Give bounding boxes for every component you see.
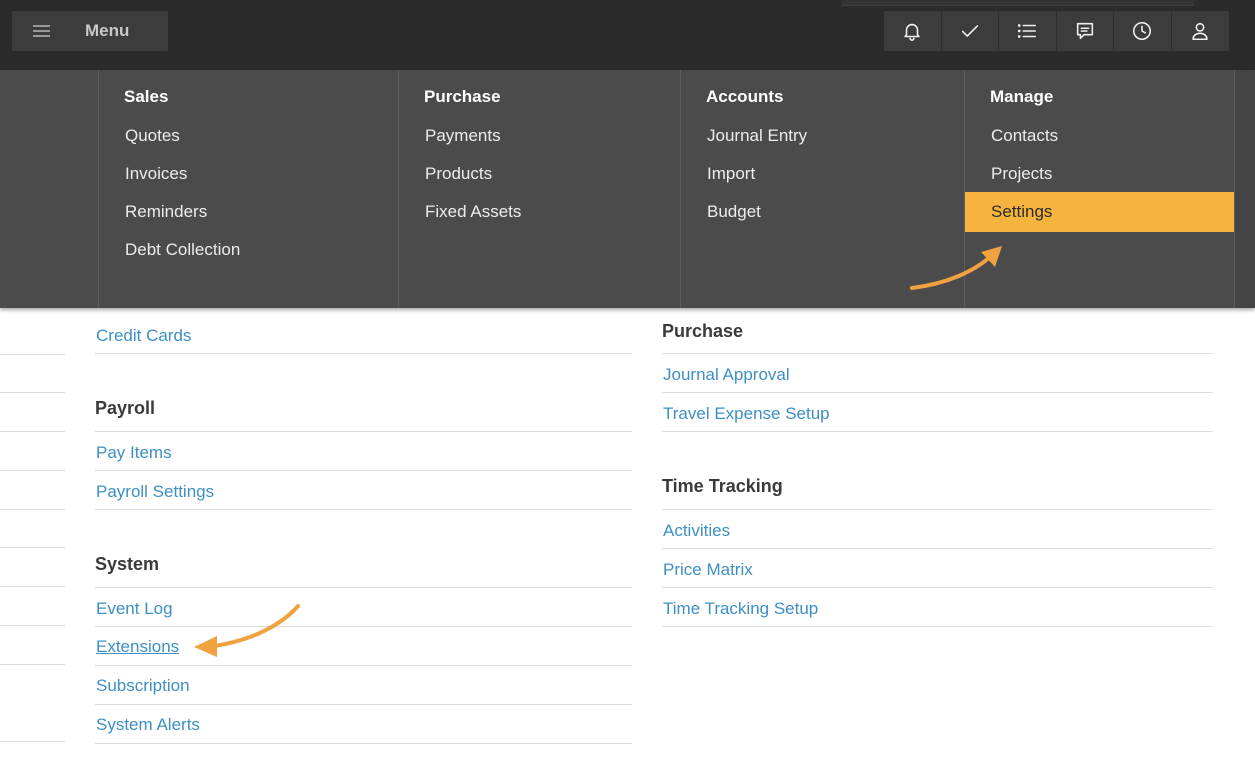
menu-edge xyxy=(1234,70,1255,308)
menu-button[interactable]: Menu xyxy=(12,11,168,51)
menu-column-sales: Sales Quotes Invoices Reminders Debt Col… xyxy=(98,70,398,308)
link-system-alerts[interactable]: System Alerts xyxy=(96,715,200,735)
check-icon xyxy=(961,25,978,37)
settings-link-credit-cards[interactable]: Credit Cards xyxy=(95,315,632,354)
link-event-log[interactable]: Event Log xyxy=(96,599,173,619)
toolbar-icons xyxy=(884,11,1229,51)
app-root: Menu Sales Quotes Invoices Reminders Deb… xyxy=(0,0,1255,772)
link-time-tracking-setup[interactable]: Time Tracking Setup xyxy=(663,599,818,619)
menu-item-debt-collection[interactable]: Debt Collection xyxy=(99,230,398,270)
mega-menu: Sales Quotes Invoices Reminders Debt Col… xyxy=(0,70,1255,308)
tasks-button[interactable] xyxy=(942,11,999,51)
menu-item-reminders[interactable]: Reminders xyxy=(99,192,398,232)
menu-column-purchase: Purchase Payments Products Fixed Assets xyxy=(398,70,680,308)
menu-item-invoices[interactable]: Invoices xyxy=(99,154,398,194)
menu-item-settings[interactable]: Settings xyxy=(965,192,1234,232)
settings-row-system-alerts[interactable]: System Alerts xyxy=(95,705,632,744)
messages-button[interactable] xyxy=(1057,11,1114,51)
profile-button[interactable] xyxy=(1172,11,1230,51)
menu-item-fixed-assets[interactable]: Fixed Assets xyxy=(399,192,680,232)
time-button[interactable] xyxy=(1114,11,1172,51)
notifications-button[interactable] xyxy=(884,11,942,51)
bell-icon xyxy=(904,23,920,41)
menu-item-products[interactable]: Products xyxy=(399,154,680,194)
link-subscription[interactable]: Subscription xyxy=(96,676,190,696)
menu-heading-manage: Manage xyxy=(990,87,1054,106)
menu-item-payments[interactable]: Payments xyxy=(399,116,680,156)
settings-row-subscription[interactable]: Subscription xyxy=(95,666,632,705)
section-title-time-tracking: Time Tracking xyxy=(662,476,783,496)
clock-icon xyxy=(1133,21,1152,41)
list-button[interactable] xyxy=(999,11,1057,51)
menu-item-journal-entry[interactable]: Journal Entry xyxy=(681,116,964,156)
link-payroll-settings[interactable]: Payroll Settings xyxy=(96,482,214,502)
menu-item-contacts[interactable]: Contacts xyxy=(965,116,1234,156)
user-icon xyxy=(1192,22,1208,41)
link-extensions[interactable]: Extensions xyxy=(96,637,179,657)
settings-row-extensions[interactable]: Extensions xyxy=(95,627,632,666)
settings-row-travel-expense-setup[interactable]: Travel Expense Setup xyxy=(662,393,1213,432)
link-journal-approval[interactable]: Journal Approval xyxy=(663,365,790,385)
section-title-purchase: Purchase xyxy=(662,321,744,341)
section-title-system: System xyxy=(95,554,160,574)
menu-button-label: Menu xyxy=(85,21,130,40)
settings-row-time-tracking-setup[interactable]: Time Tracking Setup xyxy=(662,588,1213,627)
settings-row-payroll-settings[interactable]: Payroll Settings xyxy=(95,471,632,510)
arrow-to-extensions-icon xyxy=(194,604,300,657)
menu-item-quotes[interactable]: Quotes xyxy=(99,116,398,156)
settings-row-pay-items[interactable]: Pay Items xyxy=(95,432,632,471)
link-credit-cards[interactable]: Credit Cards xyxy=(96,326,191,346)
menu-item-budget[interactable]: Budget xyxy=(681,192,964,232)
menu-heading-accounts: Accounts xyxy=(706,87,784,106)
top-bar: Menu xyxy=(0,0,1255,70)
link-pay-items[interactable]: Pay Items xyxy=(96,443,172,463)
link-price-matrix[interactable]: Price Matrix xyxy=(663,560,753,580)
settings-row-event-log[interactable]: Event Log xyxy=(95,588,632,627)
link-activities[interactable]: Activities xyxy=(663,521,730,541)
chat-icon xyxy=(1076,22,1093,40)
section-title-payroll: Payroll xyxy=(95,398,156,418)
menu-heading-purchase: Purchase xyxy=(424,87,501,106)
hamburger-icon xyxy=(33,25,50,37)
link-travel-expense-setup[interactable]: Travel Expense Setup xyxy=(663,404,830,424)
menu-item-projects[interactable]: Projects xyxy=(965,154,1234,194)
settings-row-activities[interactable]: Activities xyxy=(662,510,1213,549)
settings-row-journal-approval[interactable]: Journal Approval xyxy=(662,354,1213,393)
menu-heading-sales: Sales xyxy=(124,87,169,106)
search-strip xyxy=(842,0,1194,6)
arrow-to-settings-icon xyxy=(910,246,1002,290)
settings-row-price-matrix[interactable]: Price Matrix xyxy=(662,549,1213,588)
menu-item-import[interactable]: Import xyxy=(681,154,964,194)
list-icon xyxy=(1018,24,1037,38)
